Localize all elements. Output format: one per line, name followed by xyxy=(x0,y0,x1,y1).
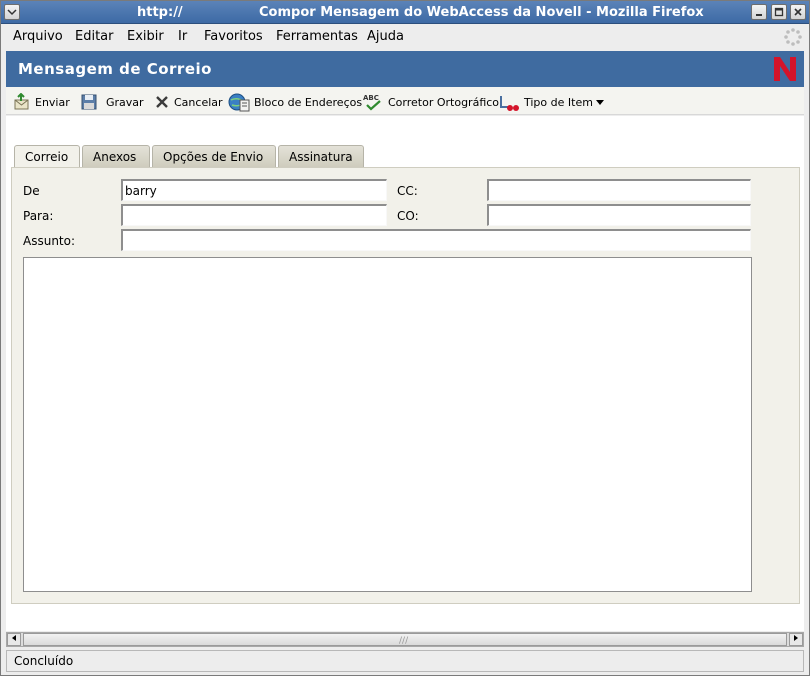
subject-label: Assunto: xyxy=(23,234,76,248)
to-label: Para: xyxy=(23,209,54,223)
cancel-button[interactable]: Cancelar xyxy=(154,92,223,112)
address-book-icon xyxy=(228,93,250,112)
horizontal-scrollbar[interactable]: /// xyxy=(6,632,804,647)
minimize-button[interactable] xyxy=(751,4,767,20)
message-body[interactable] xyxy=(23,257,752,592)
status-bar: Concluído xyxy=(6,650,804,672)
title-bar: http:// Compor Mensagem do WebAccess da … xyxy=(1,1,809,24)
to-field[interactable] xyxy=(121,204,387,226)
tab-assinatura[interactable]: Assinatura xyxy=(278,145,364,167)
scroll-left-button[interactable] xyxy=(7,633,21,646)
from-field[interactable] xyxy=(121,179,387,201)
close-icon xyxy=(794,8,802,16)
bcc-label: CO: xyxy=(397,209,419,223)
spell-check-icon: ABC xyxy=(363,94,381,111)
message-toolbar: Enviar Gravar Cancelar Bloco de Endereço… xyxy=(6,87,804,115)
grip-icon: /// xyxy=(399,636,409,646)
bcc-field[interactable] xyxy=(487,204,751,226)
tab-correio[interactable]: Correio xyxy=(14,145,80,168)
menu-ferramentas[interactable]: Ferramentas xyxy=(276,29,358,44)
maximize-button[interactable] xyxy=(771,4,787,20)
compose-content: Correio Anexos Opções de Envio Assinatur… xyxy=(6,116,804,631)
menu-ajuda[interactable]: Ajuda xyxy=(367,29,404,44)
svg-text:ABC: ABC xyxy=(363,94,379,102)
cc-label: CC: xyxy=(397,184,418,198)
browser-window: http:// Compor Mensagem do WebAccess da … xyxy=(0,0,810,676)
maximize-icon xyxy=(774,7,784,17)
send-icon xyxy=(14,93,29,110)
item-type-icon xyxy=(500,96,519,111)
menu-ir[interactable]: Ir xyxy=(178,29,187,44)
send-button[interactable]: Enviar xyxy=(13,92,70,112)
tab-anexos[interactable]: Anexos xyxy=(82,145,150,167)
window-url: http:// xyxy=(137,5,183,20)
item-type-label: Tipo de Item xyxy=(524,95,593,109)
page-title: Mensagem de Correio xyxy=(18,60,212,78)
status-text: Concluído xyxy=(14,654,74,668)
tab-opcoes-de-envio[interactable]: Opções de Envio xyxy=(152,145,276,167)
address-book-label: Bloco de Endereços xyxy=(254,95,363,109)
window-title: Compor Mensagem do WebAccess da Novell -… xyxy=(259,5,704,20)
arrow-left-icon xyxy=(12,635,16,641)
send-label: Enviar xyxy=(35,95,70,109)
cancel-icon xyxy=(156,96,168,108)
mail-panel: De CC: Para: CO: Assunto: xyxy=(11,167,800,604)
save-button[interactable]: Gravar xyxy=(80,92,144,112)
cc-field[interactable] xyxy=(487,179,751,201)
cancel-label: Cancelar xyxy=(174,95,223,109)
item-type-button[interactable]: Tipo de Item xyxy=(498,92,609,112)
menu-exibir[interactable]: Exibir xyxy=(127,29,164,44)
from-label: De xyxy=(23,184,40,198)
menu-arquivo[interactable]: Arquivo xyxy=(13,29,63,44)
arrow-right-icon xyxy=(794,635,798,641)
menu-editar[interactable]: Editar xyxy=(75,29,114,44)
spell-checker-button[interactable]: ABC Corretor Ortográfico xyxy=(362,92,499,112)
subject-field[interactable] xyxy=(121,229,751,251)
novell-logo xyxy=(774,57,796,81)
window-menu-button[interactable] xyxy=(4,4,20,20)
save-label: Gravar xyxy=(106,95,144,109)
dropdown-arrow-icon xyxy=(595,100,604,105)
scroll-right-button[interactable] xyxy=(789,633,803,646)
chevron-down-icon xyxy=(7,9,17,16)
scroll-thumb[interactable]: /// xyxy=(23,633,787,646)
address-book-button[interactable]: Bloco de Endereços xyxy=(228,92,362,112)
menu-favoritos[interactable]: Favoritos xyxy=(204,29,263,44)
spell-checker-label: Corretor Ortográfico xyxy=(388,95,500,109)
throbber-icon xyxy=(784,28,802,46)
minimize-icon xyxy=(756,14,762,16)
webaccess-header: Mensagem de Correio xyxy=(6,51,804,87)
save-icon xyxy=(81,94,97,110)
menu-bar: Arquivo Editar Exibir Ir Favoritos Ferra… xyxy=(1,25,809,49)
close-button[interactable] xyxy=(790,4,806,20)
